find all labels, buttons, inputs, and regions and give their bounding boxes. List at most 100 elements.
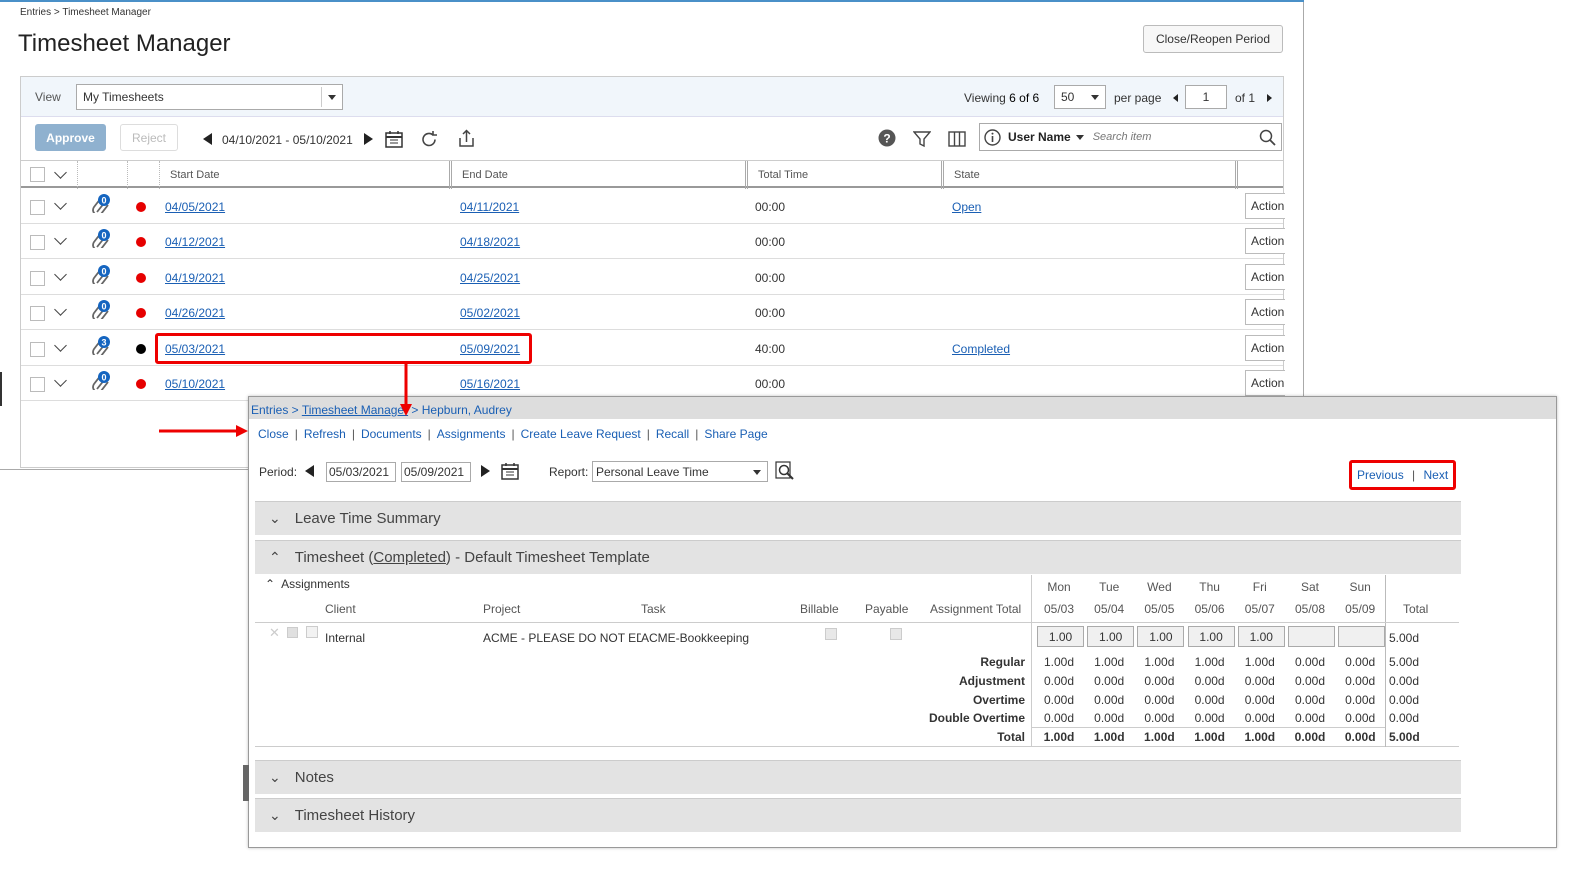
expand-row-icon[interactable] — [54, 303, 67, 317]
hours-input[interactable]: 1.00 — [1137, 626, 1185, 647]
start-date-link[interactable]: 04/12/2021 — [165, 235, 225, 249]
action-button[interactable]: Action — [1245, 334, 1285, 361]
state-link[interactable]: Open — [952, 200, 981, 214]
search-input[interactable]: Search item — [1093, 131, 1152, 143]
row-checkbox[interactable] — [30, 235, 45, 251]
end-date-link[interactable]: 04/11/2021 — [460, 200, 519, 214]
col-end-date[interactable]: End Date — [449, 161, 745, 189]
state-link[interactable]: Completed — [952, 342, 1010, 356]
user-name-filter[interactable]: User Name — [1008, 130, 1071, 144]
row-checkbox[interactable] — [30, 341, 45, 357]
timesheet-history-section[interactable]: ⌄ Timesheet History — [255, 798, 1461, 832]
expand-row-icon[interactable] — [54, 338, 67, 352]
billable-checkbox[interactable] — [825, 628, 837, 640]
period-end-input[interactable]: 05/09/2021 — [401, 462, 471, 482]
col-start-date[interactable]: Start Date — [159, 161, 449, 189]
prev-page-icon[interactable] — [1173, 94, 1178, 102]
hours-input[interactable]: 1.00 — [1187, 626, 1235, 647]
day-date: 05/08 — [1294, 602, 1326, 616]
col-total-time[interactable]: Total Time — [745, 161, 941, 189]
start-date-link[interactable]: 04/19/2021 — [165, 271, 225, 285]
attachment-icon[interactable]: 0 — [91, 193, 111, 213]
period-start-input[interactable]: 05/03/2021 — [326, 462, 396, 482]
action-button[interactable]: Action — [1245, 193, 1285, 219]
summary-value: 1.00d — [1043, 655, 1075, 669]
expand-row-icon[interactable] — [54, 232, 67, 246]
row-checkbox[interactable] — [30, 200, 45, 215]
next-page-icon[interactable] — [1267, 94, 1272, 102]
expand-row-icon[interactable] — [54, 267, 67, 281]
report-select[interactable]: Personal Leave Time — [592, 461, 768, 482]
row-checkbox[interactable] — [30, 377, 45, 392]
delete-icon[interactable]: ✕ — [269, 625, 280, 641]
start-date-link[interactable]: 04/26/2021 — [165, 306, 225, 320]
prev-range-icon[interactable] — [203, 133, 212, 145]
attachment-icon[interactable]: 3 — [91, 335, 111, 355]
panel-collapse-handle[interactable] — [243, 765, 249, 801]
leave-time-summary-section[interactable]: ⌄ Leave Time Summary — [255, 501, 1461, 535]
timesheet-state-link[interactable]: Completed — [373, 549, 446, 566]
summary-total: 0.00d — [1389, 673, 1420, 688]
view-select[interactable]: My Timesheets — [76, 84, 343, 110]
day-name: Sat — [1300, 580, 1319, 594]
next-range-icon[interactable] — [364, 133, 373, 145]
assignments-toggle[interactable]: ⌃ Assignments — [265, 577, 350, 591]
action-button[interactable]: Action — [1245, 299, 1285, 326]
recall-link[interactable]: Recall — [656, 427, 689, 441]
col-state[interactable]: State — [941, 161, 1235, 189]
attachment-icon[interactable]: 0 — [91, 264, 111, 284]
expand-row-icon[interactable] — [54, 374, 67, 387]
attachment-icon[interactable]: 0 — [91, 228, 111, 249]
assignments-link[interactable]: Assignments — [437, 427, 506, 441]
end-date-link[interactable]: 04/18/2021 — [460, 235, 520, 249]
header-total: Total — [1403, 602, 1429, 616]
search-icon[interactable] — [1259, 129, 1276, 146]
end-date-link[interactable]: 05/16/2021 — [460, 377, 520, 391]
next-period-icon[interactable] — [481, 465, 490, 477]
action-button[interactable]: Action — [1245, 370, 1285, 396]
attachment-icon[interactable]: 0 — [91, 370, 111, 390]
row-checkbox[interactable] — [30, 270, 45, 286]
export-icon[interactable] — [457, 129, 476, 148]
reject-button[interactable]: Reject — [120, 124, 178, 151]
notes-section[interactable]: ⌄ Notes — [255, 760, 1461, 794]
summary-value: 1.00d — [1043, 730, 1075, 745]
copy-icon[interactable] — [287, 627, 298, 638]
action-button[interactable]: Action — [1245, 228, 1285, 255]
expand-row-icon[interactable] — [54, 197, 67, 210]
end-date-link[interactable]: 04/25/2021 — [460, 271, 520, 285]
attachment-icon[interactable]: 0 — [91, 299, 111, 320]
row-checkbox[interactable] — [30, 306, 45, 322]
create-leave-request-link[interactable]: Create Leave Request — [521, 427, 641, 441]
summary-value: 0.00d — [1144, 711, 1175, 726]
close-reopen-period-button[interactable]: Close/Reopen Period — [1143, 25, 1283, 53]
chevron-down-icon[interactable] — [1075, 134, 1084, 140]
start-date-link[interactable]: 04/05/2021 — [165, 200, 225, 214]
report-search-icon[interactable] — [775, 461, 795, 481]
columns-icon[interactable] — [948, 130, 966, 148]
per-page-select[interactable]: 50 — [1054, 85, 1106, 109]
end-date-link[interactable]: 05/02/2021 — [460, 306, 520, 320]
payable-checkbox[interactable] — [890, 628, 902, 640]
hours-input[interactable]: 1.00 — [1237, 626, 1285, 647]
assignment-project: ACME - PLEASE DO NOT EDIT — [483, 631, 641, 645]
prev-period-icon[interactable] — [305, 465, 314, 477]
hours-input[interactable]: 1.00 — [1037, 626, 1084, 647]
timesheet-section[interactable]: ⌃ Timesheet (Completed) - Default Timesh… — [255, 540, 1461, 574]
help-icon[interactable]: ? — [878, 129, 896, 147]
chevron-down-icon[interactable] — [54, 166, 67, 179]
approve-button[interactable]: Approve — [35, 124, 106, 151]
svg-text:0: 0 — [101, 231, 106, 241]
filter-icon[interactable] — [913, 130, 931, 148]
hours-input[interactable] — [1338, 626, 1386, 647]
calendar-icon[interactable] — [501, 462, 519, 480]
refresh-icon[interactable] — [420, 130, 439, 149]
hours-input[interactable]: 1.00 — [1087, 626, 1135, 647]
select-all-checkbox[interactable] — [30, 167, 45, 182]
share-page-link[interactable]: Share Page — [704, 427, 767, 441]
hours-input[interactable] — [1288, 626, 1335, 647]
calendar-icon[interactable] — [385, 130, 403, 148]
page-input[interactable]: 1 — [1185, 85, 1227, 109]
action-button[interactable]: Action — [1245, 263, 1285, 290]
edit-icon[interactable] — [306, 626, 318, 638]
